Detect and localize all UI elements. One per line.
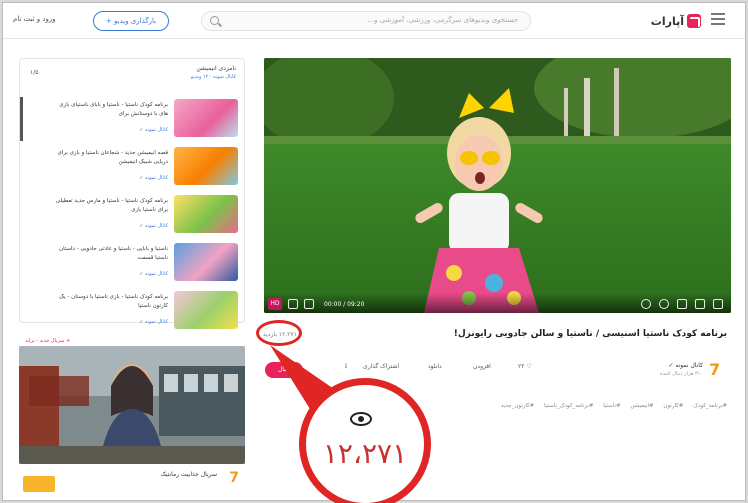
ad-channel-logo: 7 — [229, 470, 239, 486]
logo-text: آپارات — [650, 14, 684, 28]
playlist-item[interactable]: برنامه کودک ناستیا - ناستیا و مارس جدید … — [20, 193, 244, 237]
playlist-item[interactable]: برنامه کودک ناستیا - ناستیا و بابای ناست… — [20, 97, 244, 141]
ad-caption[interactable]: سریال جذابیت رمانتیک 7 — [19, 466, 245, 500]
search-placeholder: جستجوی ویدیوهای سرگرمی، ورزشی، آموزشی و.… — [367, 16, 518, 24]
view-count: ۱۲,۲۷۱ بازدید — [263, 331, 297, 338]
video-thumbnail[interactable] — [174, 243, 238, 281]
tag-link[interactable]: #برنامه_کودک — [693, 403, 727, 409]
follow-button[interactable]: دنبال — [265, 362, 303, 378]
playlist-item[interactable]: برنامه کودک ناستیا - بازی ناستیا با دوست… — [20, 289, 244, 333]
playlist-sidebar: نامزدی انیمیشن کانال نمونه · ۱۲ ویدیو ۱/… — [19, 58, 245, 329]
video-thumbnail[interactable] — [174, 99, 238, 137]
playlist-item-title[interactable]: برنامه کودک ناستیا - بازی ناستیا با دوست… — [50, 293, 168, 311]
player-controls: HD 00:00 / 09:20 — [264, 293, 731, 313]
search-input[interactable]: جستجوی ویدیوهای سرگرمی، ورزشی، آموزشی و.… — [201, 11, 531, 31]
playlist-item-channel[interactable]: کانال نمونه ✓ — [139, 223, 168, 229]
playlist-heading: نامزدی انیمیشن کانال نمونه · ۱۲ ویدیو — [191, 65, 236, 80]
playlist-item-title[interactable]: ناستیا و بابایی - ناستیا و عادتی جادویی … — [50, 245, 168, 263]
playlist-count: ۱/۵ — [30, 69, 39, 76]
like-count: ۲۲ — [518, 363, 525, 370]
ad-image — [19, 346, 245, 464]
tag-link[interactable]: #برنامه_کودک_ناستیا — [544, 403, 593, 409]
login-link[interactable]: ورود و ثبت نام — [13, 15, 56, 23]
top-header: آپارات جستجوی ویدیوهای سرگرمی، ورزشی، آم… — [3, 3, 745, 39]
share-button[interactable]: اشتراک گذاری — [363, 363, 399, 370]
upload-button[interactable]: بارگذاری ویدیو + — [93, 11, 169, 31]
ad-caption-text[interactable]: سریال جذابیت رمانتیک — [160, 471, 217, 478]
playlist-item-title[interactable]: برنامه کودک ناستیا - ناستیا و بابای ناست… — [50, 101, 168, 119]
playlist-item-channel[interactable]: کانال نمونه ✓ — [139, 175, 168, 181]
menu-icon[interactable] — [711, 13, 725, 25]
video-thumbnail[interactable] — [174, 291, 238, 329]
playlist-item-channel[interactable]: کانال نمونه ✓ — [139, 271, 168, 277]
download-button[interactable]: دانلود — [428, 363, 442, 370]
more-options-icon[interactable]: ⋮ — [343, 363, 349, 370]
fullscreen-icon[interactable] — [713, 299, 723, 309]
tag-link[interactable]: #کارتون — [663, 403, 683, 409]
tag-link[interactable]: #ناستیا — [603, 403, 620, 409]
video-frame-image — [264, 58, 731, 313]
logo-mark-icon — [687, 14, 701, 28]
page-frame: آپارات جستجوی ویدیوهای سرگرمی، ورزشی، آم… — [2, 2, 746, 501]
playlist-subheading[interactable]: کانال نمونه · ۱۲ ویدیو — [191, 74, 236, 80]
playlist-item[interactable]: ناستیا و بابایی - ناستیا و عادتی جادویی … — [20, 241, 244, 285]
tag-link[interactable]: #کارتون_جدید — [501, 403, 534, 409]
playlist-items: برنامه کودک ناستیا - ناستیا و بابای ناست… — [20, 97, 244, 337]
tag-link[interactable]: #انیمیشن — [630, 403, 653, 409]
playlist-item-title[interactable]: قصه انیمیشن جدید - شجاعان ناستیا و بازی … — [50, 149, 168, 167]
volume-icon[interactable] — [304, 299, 314, 309]
like-button[interactable]: ♡ ۲۲ — [518, 363, 532, 370]
settings-gear-icon[interactable] — [659, 299, 669, 309]
video-thumbnail[interactable] — [174, 147, 238, 185]
ad-banner[interactable] — [19, 346, 245, 464]
playlist-item-channel[interactable]: کانال نمونه ✓ — [139, 127, 168, 133]
tag-list: #برنامه_کودک #کارتون #انیمیشن #ناستیا #ب… — [493, 403, 727, 409]
channel-avatar[interactable]: 7 — [709, 361, 727, 379]
channel-followers: ۳۱۰ هزار دنبال کننده — [660, 371, 703, 377]
playlist-title[interactable]: نامزدی انیمیشن — [196, 65, 236, 72]
video-title: برنامه کودک ناستیا اسنیسی / ناستیا و سال… — [453, 329, 727, 339]
channel-name[interactable]: کانال نمونه ✓ — [668, 362, 703, 369]
pip-icon[interactable] — [677, 299, 687, 309]
player-time: 00:00 / 09:20 — [324, 301, 365, 308]
playlist-item[interactable]: قصه انیمیشن جدید - شجاعان ناستیا و بازی … — [20, 145, 244, 189]
playlist-item-channel[interactable]: کانال نمونه ✓ — [139, 319, 168, 325]
video-thumbnail[interactable] — [174, 195, 238, 233]
ad-cta-button[interactable] — [23, 476, 55, 492]
video-player[interactable]: HD 00:00 / 09:20 — [264, 58, 731, 313]
site-logo[interactable]: آپارات — [651, 12, 701, 30]
play-icon[interactable] — [288, 299, 298, 309]
playlist-item-title[interactable]: برنامه کودک ناستیا - ناستیا و مارس جدید … — [50, 197, 168, 215]
search-icon[interactable] — [210, 16, 219, 25]
save-button[interactable]: افزودن — [473, 363, 491, 370]
ad-label[interactable]: + سریال جدید - ترانه — [25, 338, 70, 344]
quality-badge[interactable]: HD — [268, 298, 282, 310]
cast-icon[interactable] — [641, 299, 651, 309]
theater-icon[interactable] — [695, 299, 705, 309]
